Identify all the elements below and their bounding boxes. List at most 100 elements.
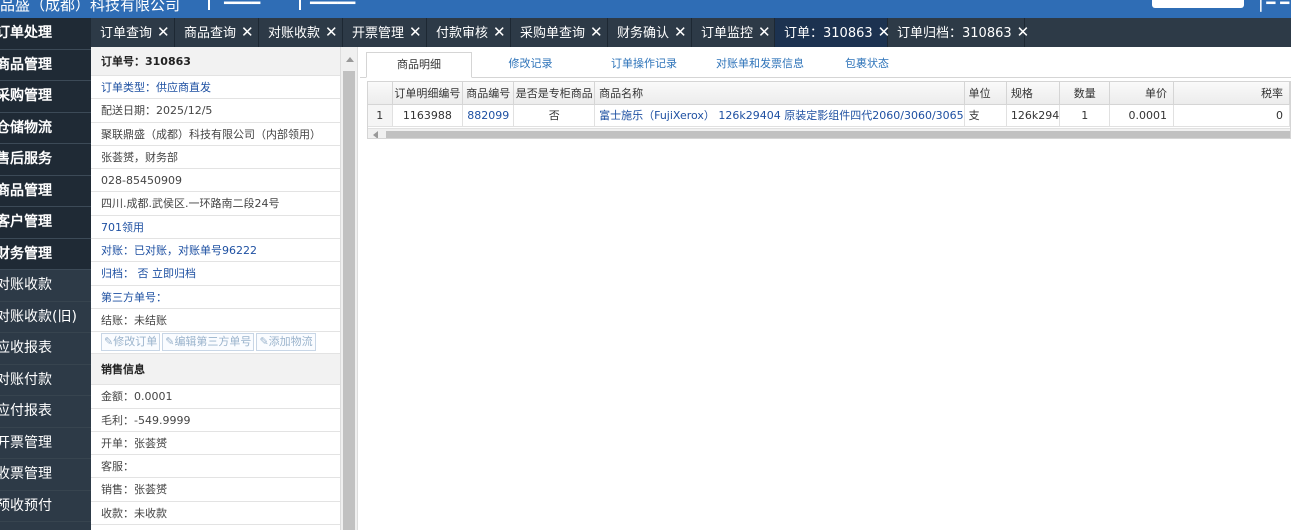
column-header[interactable]: 规格 — [1006, 82, 1061, 105]
edit-order-button[interactable]: ✎修改订单 — [101, 333, 161, 352]
add-logistics-button[interactable]: ✎添加物流 — [256, 333, 316, 352]
product-name-link[interactable]: 富士施乐（FujiXerox） 126k29404 原装定影组件四代2060/3… — [594, 104, 965, 127]
customer-service: 客服： — [91, 455, 340, 479]
close-icon[interactable]: ✕ — [493, 18, 506, 47]
button-label: 添加物流 — [268, 335, 313, 349]
tax-cell: 0 — [1173, 104, 1290, 127]
edit-third-party-button[interactable]: ✎编辑第三方单号 — [162, 333, 255, 352]
tab-label: 开票管理 — [352, 26, 405, 41]
scroll-up-icon[interactable] — [346, 57, 354, 62]
sidebar-item-payable[interactable]: 应付报表 — [0, 396, 91, 428]
sidebar-item-order[interactable]: 订单处理 — [0, 18, 91, 50]
separator — [208, 0, 210, 10]
tab-package-status[interactable]: 包裹状态 — [821, 52, 913, 78]
delivery-address: 四川.成都.武侯区.一环路南二段24号 — [91, 192, 340, 216]
close-icon[interactable]: ✕ — [674, 18, 687, 47]
column-header[interactable]: 单位 — [964, 82, 1007, 105]
column-header[interactable]: 数量 — [1059, 82, 1111, 105]
column-header[interactable]: 是否是专柜商品 — [513, 82, 596, 105]
action-buttons: ✎修改订单 ✎编辑第三方单号 ✎添加物流 — [91, 332, 340, 355]
close-icon[interactable]: ✕ — [409, 18, 422, 47]
close-icon[interactable]: ✕ — [590, 18, 603, 47]
search-input[interactable] — [1152, 0, 1244, 8]
archive-status[interactable]: 归档： 否 立即归档 — [91, 262, 340, 286]
sidebar-item-finance[interactable]: 财务管理 — [0, 238, 91, 270]
unit-cell: 支 — [964, 104, 1007, 127]
sidebar-item-aftersales[interactable]: 售后服务 — [0, 144, 91, 176]
tab-product-query[interactable]: 商品查询 ✕ — [175, 18, 259, 47]
third-party-number: 第三方单号： — [91, 286, 340, 309]
tab-label: 对账收款 — [268, 26, 321, 41]
tab-bar: 订单查询 ✕ 商品查询 ✕ 对账收款 ✕ 开票管理 ✕ 付款审核 ✕ 采购单查询 ✕ 财务确… — [91, 18, 1291, 47]
scrollbar-thumb[interactable] — [343, 71, 355, 530]
edit-icon: ✎ — [259, 335, 269, 349]
sidebar-item-customer[interactable]: 客户管理 — [0, 207, 91, 239]
tab-order-detail[interactable]: 订单：310863 ✕ — [775, 18, 890, 47]
tab-order-archive[interactable]: 订单归档：310863 ✕ — [888, 18, 1029, 47]
price-cell: 0.0001 — [1109, 104, 1174, 127]
tab-label: 订单：310863 — [784, 26, 873, 41]
sales-amount: 金额：0.0001 — [91, 385, 340, 409]
sidebar-item-product[interactable]: 商品管理 — [0, 49, 91, 81]
order-number: 订单号：310863 — [91, 47, 340, 76]
sidebar: 订单处理 商品管理 采购管理 仓储物流 售后服务 商品管理 客户管理 财务管理 … — [0, 18, 91, 530]
sales-info-header: 销售信息 — [91, 354, 340, 386]
contact-phone: 028-85450909 — [91, 169, 340, 193]
reconcile-status[interactable]: 对账：已对账，对账单号96222 — [91, 239, 340, 263]
tab-reconcile-invoice[interactable]: 对账单和发票信息 — [699, 52, 821, 78]
main-content: 商品明细 修改记录 订单操作记录 对账单和发票信息 包裹状态 订单明细编号 商品… — [360, 47, 1291, 530]
customer-company: 聚联鼎盛（成都）科技有限公司（内部领用） — [91, 123, 340, 146]
tab-order-monitor[interactable]: 订单监控 ✕ — [692, 18, 775, 47]
usage-link[interactable]: 701领用 — [91, 216, 340, 240]
sidebar-item-receive-invoice[interactable]: 收票管理 — [0, 459, 91, 491]
tab-payment-review[interactable]: 付款审核 ✕ — [427, 18, 511, 47]
sidebar-item-prepay[interactable]: 预收预付 — [0, 490, 91, 522]
sidebar-item-goods[interactable]: 商品管理 — [0, 175, 91, 207]
close-icon[interactable]: ✕ — [758, 18, 771, 47]
sidebar-item-receivable[interactable]: 应收报表 — [0, 333, 91, 365]
close-icon[interactable]: ✕ — [241, 18, 254, 47]
sidebar-item-warehouse[interactable]: 仓储物流 — [0, 112, 91, 144]
topbar-right-text: ▕ ━ ━ — [1250, 0, 1290, 12]
close-icon[interactable]: ✕ — [157, 18, 170, 47]
vertical-scrollbar[interactable] — [341, 47, 358, 530]
tab-modify-log[interactable]: 修改记录 — [472, 52, 589, 78]
quantity-cell: 1 — [1059, 104, 1111, 127]
row-number: 1 — [368, 104, 393, 127]
topbar-text-3: ━━━━━ — [310, 0, 356, 12]
tab-product-detail[interactable]: 商品明细 — [366, 52, 472, 78]
company-title: 品盛（成都）科技有限公司 — [0, 0, 181, 14]
table-row[interactable]: 1 1163988 882099 否 富士施乐（FujiXerox） 126k2… — [368, 104, 1290, 127]
rownum-header — [368, 82, 393, 105]
topbar-text-2: ━━━━ — [224, 0, 261, 12]
tab-order-query[interactable]: 订单查询 ✕ — [91, 18, 175, 47]
tab-finance-confirm[interactable]: 财务确认 ✕ — [608, 18, 692, 47]
close-icon[interactable]: ✕ — [1017, 18, 1030, 47]
sidebar-item-payment[interactable]: 对账付款 — [0, 364, 91, 396]
column-header[interactable]: 订单明细编号 — [392, 82, 464, 105]
top-bar: 品盛（成都）科技有限公司 ━━━━ ━━━━━ ▕ ━ ━ — [0, 0, 1291, 18]
column-header[interactable]: 商品编号 — [462, 82, 515, 105]
order-info-panel: 订单号：310863 订单类型：供应商直发 配送日期：2025/12/5 聚联鼎… — [91, 47, 341, 530]
tab-purchase-query[interactable]: 采购单查询 ✕ — [511, 18, 608, 47]
tab-operation-log[interactable]: 订单操作记录 — [589, 52, 699, 78]
sidebar-item-invoicing[interactable]: 开票管理 — [0, 427, 91, 459]
tab-invoicing[interactable]: 开票管理 ✕ — [343, 18, 427, 47]
edit-icon: ✎ — [104, 335, 114, 349]
scrollbar-thumb[interactable] — [386, 131, 1290, 138]
horizontal-scrollbar[interactable] — [368, 128, 1290, 138]
column-header[interactable]: 税率 — [1173, 82, 1290, 105]
sidebar-item-reconcile[interactable]: 对账收款 — [0, 270, 91, 302]
tab-reconcile[interactable]: 对账收款 ✕ — [259, 18, 343, 47]
product-id-link[interactable]: 882099 — [462, 104, 515, 127]
close-icon[interactable]: ✕ — [325, 18, 338, 47]
tab-label: 采购单查询 — [520, 26, 586, 41]
delivery-date: 配送日期：2025/12/5 — [91, 99, 340, 123]
column-header[interactable]: 商品名称 — [594, 82, 965, 105]
sidebar-item-purchase[interactable]: 采购管理 — [0, 81, 91, 113]
column-header[interactable]: 单价 — [1109, 82, 1174, 105]
detail-tabs: 商品明细 修改记录 订单操作记录 对账单和发票信息 包裹状态 — [360, 52, 1291, 78]
order-type: 订单类型：供应商直发 — [91, 76, 340, 100]
sidebar-item-reconcile-old[interactable]: 对账收款(旧) — [0, 301, 91, 333]
scroll-left-icon[interactable] — [373, 131, 378, 138]
